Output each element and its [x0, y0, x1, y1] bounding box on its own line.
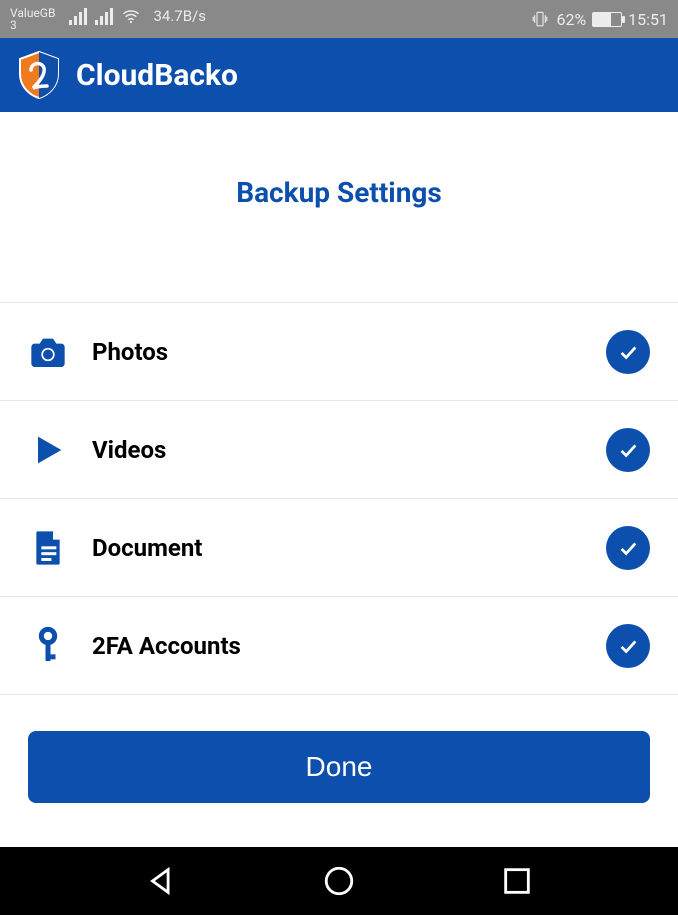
row-label: Videos: [92, 436, 582, 464]
button-area: Done: [0, 695, 678, 803]
status-left: ValueGB 3 34.7B/s: [10, 7, 206, 31]
key-icon: [28, 626, 68, 666]
device-frame: ValueGB 3 34.7B/s 62%: [0, 0, 678, 915]
square-recent-icon: [500, 864, 534, 898]
row-photos[interactable]: Photos: [0, 303, 678, 401]
battery-percent: 62%: [556, 10, 586, 29]
check-toggle[interactable]: [606, 624, 650, 668]
check-icon: [617, 439, 639, 461]
circle-home-icon: [322, 864, 356, 898]
battery-icon: [592, 12, 622, 27]
check-toggle[interactable]: [606, 526, 650, 570]
row-label: Document: [92, 534, 582, 562]
play-icon: [28, 430, 68, 470]
status-right: 62% 15:51: [530, 10, 668, 29]
page-title-area: Backup Settings: [0, 112, 678, 302]
triangle-back-icon: [144, 864, 178, 898]
android-navbar: [0, 847, 678, 915]
row-videos[interactable]: Videos: [0, 401, 678, 499]
nav-recent-button[interactable]: [500, 864, 534, 898]
carrier-line2: 3: [10, 19, 55, 31]
done-button[interactable]: Done: [28, 731, 650, 803]
signal-bars-2-icon: [95, 7, 113, 25]
camera-icon: [28, 332, 68, 372]
signal-bars-1-icon: [69, 7, 87, 25]
check-toggle[interactable]: [606, 330, 650, 374]
clock: 15:51: [628, 10, 668, 29]
carrier-label: ValueGB 3: [10, 7, 55, 31]
app-logo-icon: [16, 50, 62, 100]
check-icon: [617, 341, 639, 363]
page-title: Backup Settings: [236, 176, 442, 209]
app-name: CloudBacko: [76, 58, 238, 93]
row-2fa[interactable]: 2FA Accounts: [0, 597, 678, 695]
nav-home-button[interactable]: [322, 864, 356, 898]
row-label: 2FA Accounts: [92, 632, 582, 660]
row-label: Photos: [92, 338, 582, 366]
app-header: CloudBacko: [0, 38, 678, 112]
document-icon: [28, 528, 68, 568]
row-document[interactable]: Document: [0, 499, 678, 597]
carrier-line1: ValueGB: [10, 7, 55, 19]
check-icon: [617, 635, 639, 657]
page-content: Backup Settings Photos Videos: [0, 112, 678, 847]
wifi-icon: [121, 7, 141, 25]
check-toggle[interactable]: [606, 428, 650, 472]
network-speed: 34.7B/s: [153, 7, 206, 25]
nav-back-button[interactable]: [144, 864, 178, 898]
settings-list: Photos Videos Document: [0, 302, 678, 695]
check-icon: [617, 537, 639, 559]
status-bar: ValueGB 3 34.7B/s 62%: [0, 0, 678, 38]
signal-icons: 34.7B/s: [69, 7, 206, 25]
vibrate-icon: [530, 10, 550, 28]
